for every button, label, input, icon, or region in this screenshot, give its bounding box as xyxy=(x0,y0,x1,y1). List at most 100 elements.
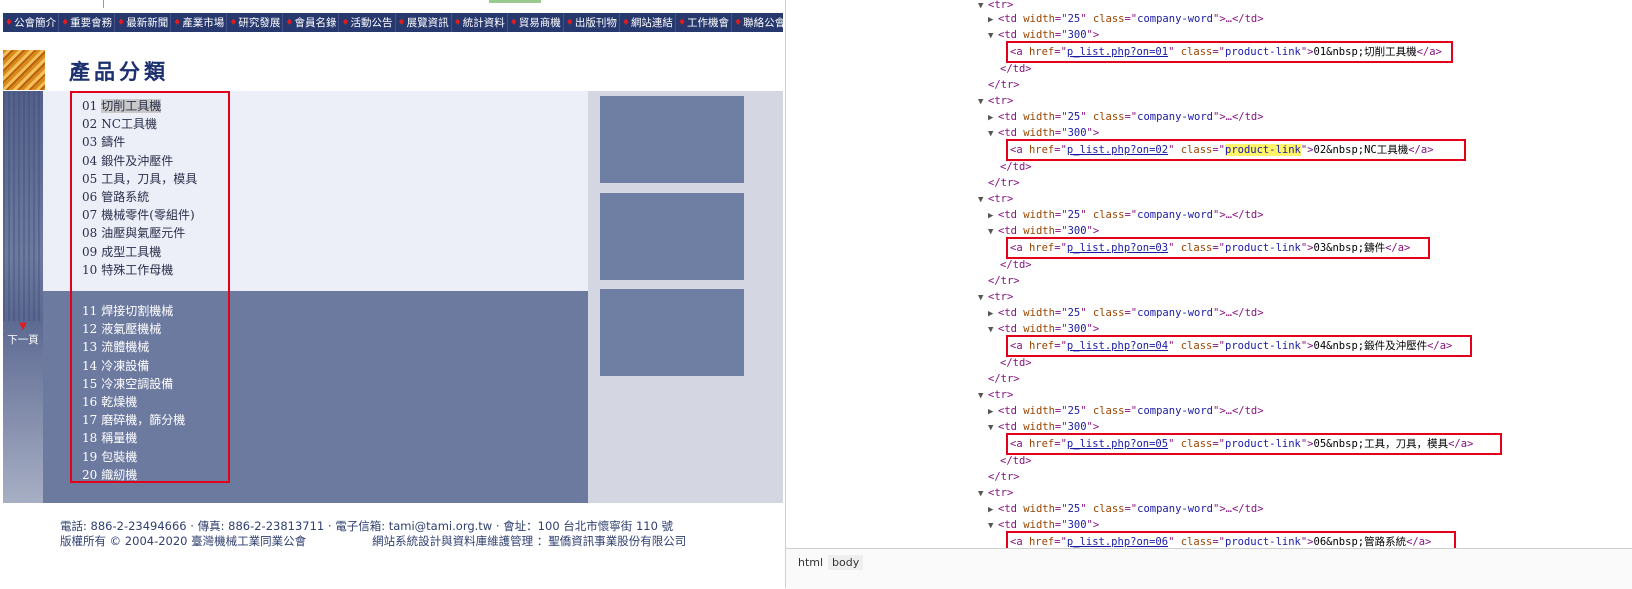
banner-box[interactable] xyxy=(600,289,744,376)
nav-item[interactable]: ♦ 會員名錄 xyxy=(283,13,340,32)
expand-triangle-icon: ▼ xyxy=(988,423,994,433)
bullet-icon: ♦ xyxy=(621,17,630,28)
bullet-icon: ♦ xyxy=(734,17,743,28)
bullet-icon: ♦ xyxy=(565,17,574,28)
nav-item-label: 聯絡公會 xyxy=(743,17,783,29)
nav-item[interactable]: ♦ 工作機會 xyxy=(676,13,733,32)
logo-pattern xyxy=(3,50,45,90)
dom-tr-close: </tr> xyxy=(988,373,1020,385)
dom-tr-open[interactable]: ▼ <tr> xyxy=(978,0,1013,12)
annotation-box xyxy=(1006,335,1472,357)
dom-td-collapsed[interactable]: ▶ <td width="25" class="company-word">…</… xyxy=(988,12,1264,26)
dom-tr-close: </tr> xyxy=(988,275,1020,287)
expand-triangle-icon: ▼ xyxy=(978,195,984,205)
nav-item[interactable]: ♦ 產業市場 xyxy=(171,13,228,32)
nav-item[interactable]: ♦ 聯絡公會 xyxy=(732,13,783,32)
dom-tr-open[interactable]: ▼ <tr> xyxy=(978,290,1013,304)
footer-contact: 電話: 886-2-23494666 · 傳真: 886-2-23813711 … xyxy=(60,519,674,533)
dom-td-collapsed[interactable]: ▶ <td width="25" class="company-word">…</… xyxy=(988,110,1264,124)
expand-triangle-icon: ▼ xyxy=(988,521,994,531)
expand-triangle-icon: ▼ xyxy=(978,391,984,401)
nav-item-label: 出版刊物 xyxy=(574,17,617,29)
bullet-icon: ♦ xyxy=(117,17,126,28)
left-decor-strip: ▼ 下一頁 xyxy=(3,91,43,503)
nav-item[interactable]: ♦ 統計資料 xyxy=(452,13,508,32)
dom-td-close: </td> xyxy=(1000,259,1032,271)
annotation-box xyxy=(1006,531,1456,548)
dom-td-open[interactable]: ▼ <td width="300"> xyxy=(988,420,1099,434)
dom-td-close: </td> xyxy=(1000,63,1032,75)
footer-copyright: 版權所有 © 2004-2020 臺灣機械工業同業公會 xyxy=(60,534,307,548)
collapse-triangle-icon: ▶ xyxy=(988,407,994,417)
annotation-box xyxy=(1006,41,1453,63)
banner-box[interactable] xyxy=(600,193,744,280)
expand-triangle-icon: ▼ xyxy=(978,1,984,11)
dom-td-collapsed[interactable]: ▶ <td width="25" class="company-word">…</… xyxy=(988,208,1264,222)
title-area: 產品分類 xyxy=(3,50,783,91)
nav-item-label: 貿易商機 xyxy=(518,17,561,29)
next-page-link[interactable]: ▼ 下一頁 xyxy=(3,322,43,347)
expand-triangle-icon: ▼ xyxy=(988,227,994,237)
nav-item[interactable]: ♦ 展覽資訊 xyxy=(396,13,452,32)
nav-item-label: 網站連結 xyxy=(630,17,673,29)
dom-td-open[interactable]: ▼ <td width="300"> xyxy=(988,126,1099,140)
breadcrumb-body[interactable]: body xyxy=(828,555,864,570)
dom-tr-open[interactable]: ▼ <tr> xyxy=(978,94,1013,108)
dom-td-collapsed[interactable]: ▶ <td width="25" class="company-word">…</… xyxy=(988,502,1264,516)
bullet-icon: ♦ xyxy=(453,17,462,28)
page-title: 產品分類 xyxy=(69,59,169,84)
nav-item-label: 公會簡介 xyxy=(14,17,57,29)
dom-tr-close: </tr> xyxy=(988,471,1020,483)
bullet-icon: ♦ xyxy=(397,17,406,28)
banner-box[interactable] xyxy=(600,96,744,183)
collapse-triangle-icon: ▶ xyxy=(988,309,994,319)
annotation-box xyxy=(70,91,230,483)
nav-item-label: 工作機會 xyxy=(687,17,730,29)
nav-item-label: 展覽資訊 xyxy=(406,17,449,29)
expand-triangle-icon: ▼ xyxy=(978,97,984,107)
dom-td-close: </td> xyxy=(1000,357,1032,369)
dom-tr-open[interactable]: ▼ <tr> xyxy=(978,192,1013,206)
dom-td-close: </td> xyxy=(1000,455,1032,467)
footer: 電話: 886-2-23494666 · 傳真: 886-2-23813711 … xyxy=(60,519,760,549)
nav-item[interactable]: ♦ 公會簡介 xyxy=(3,13,60,32)
dom-td-collapsed[interactable]: ▶ <td width="25" class="company-word">…</… xyxy=(988,404,1264,418)
nav-item[interactable]: ♦ 重要會務 xyxy=(59,13,116,32)
annotation-box xyxy=(1006,433,1502,455)
annotation-box xyxy=(1006,139,1466,161)
right-column xyxy=(588,91,783,503)
dom-tr-open[interactable]: ▼ <tr> xyxy=(978,388,1013,402)
nav-item[interactable]: ♦ 最新新聞 xyxy=(115,13,172,32)
dom-td-open[interactable]: ▼ <td width="300"> xyxy=(988,28,1099,42)
devtools-panel: ▼ <tr> ▶ <td width="25" class="company-word… xyxy=(785,0,1632,589)
annotation-box xyxy=(1006,237,1430,259)
web-page: ♦ 公會簡介 ♦ 重要會務 ♦ 最新新聞 ♦ 產業市場 ♦ 研究發展 ♦ 會員名錄 ♦ 活動公告 ♦ 展覽資訊… xyxy=(0,0,785,588)
breadcrumb-html[interactable]: html xyxy=(794,555,827,570)
nav-item[interactable]: ♦ 出版刊物 xyxy=(564,13,620,32)
nav-item-label: 統計資料 xyxy=(462,17,505,29)
top-nav-bar: ♦ 公會簡介 ♦ 重要會務 ♦ 最新新聞 ♦ 產業市場 ♦ 研究發展 ♦ 會員名錄 ♦ 活動公告 ♦ 展覽資訊… xyxy=(3,13,783,32)
nav-item-label: 活動公告 xyxy=(350,17,393,29)
nav-item[interactable]: ♦ 貿易商機 xyxy=(508,13,564,32)
dom-td-open[interactable]: ▼ <td width="300"> xyxy=(988,224,1099,238)
nav-item[interactable]: ♦ 活動公告 xyxy=(339,13,396,32)
dom-tr-open[interactable]: ▼ <tr> xyxy=(978,486,1013,500)
nav-item[interactable]: ♦ 研究發展 xyxy=(227,13,284,32)
footer-credit: 網站系統設計與資料庫維護管理 ：聖僑資訊事業股份有限公司 xyxy=(372,534,687,548)
nav-item-label: 研究發展 xyxy=(238,17,281,29)
dom-td-open[interactable]: ▼ <td width="300"> xyxy=(988,322,1099,336)
bullet-icon: ♦ xyxy=(229,17,238,28)
nav-item-label: 重要會務 xyxy=(70,17,113,29)
elements-tree: ▼ <tr> ▶ <td width="25" class="company-word… xyxy=(786,0,1632,548)
nav-item-label: 最新新聞 xyxy=(126,17,169,29)
dom-td-collapsed[interactable]: ▶ <td width="25" class="company-word">…</… xyxy=(988,306,1264,320)
next-page-label: 下一頁 xyxy=(7,334,39,346)
nav-item[interactable]: ♦ 網站連結 xyxy=(620,13,676,32)
bullet-icon: ♦ xyxy=(285,17,294,28)
bullet-icon: ♦ xyxy=(5,17,14,28)
expand-triangle-icon: ▼ xyxy=(988,31,994,41)
dom-td-open[interactable]: ▼ <td width="300"> xyxy=(988,518,1099,532)
down-arrow-icon: ▼ xyxy=(19,321,27,332)
bullet-icon: ♦ xyxy=(173,17,182,28)
bullet-icon: ♦ xyxy=(61,17,70,28)
